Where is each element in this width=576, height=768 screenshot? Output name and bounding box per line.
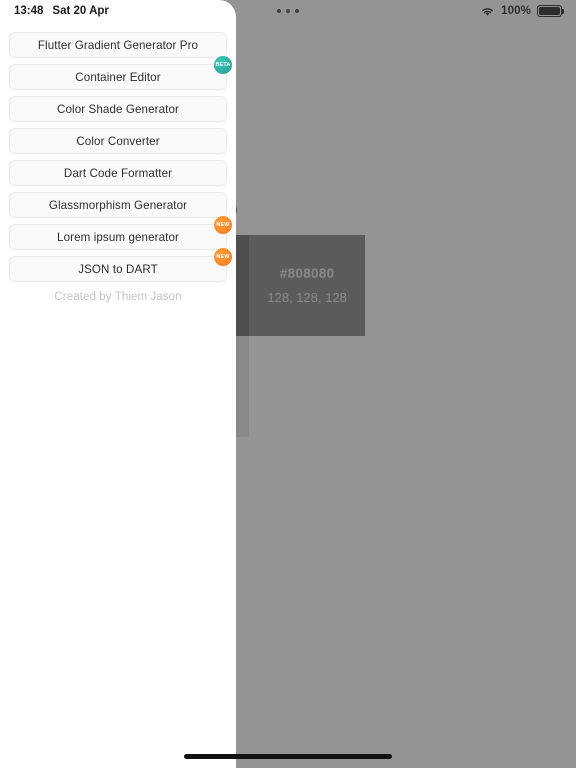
navigation-drawer: 13:48 Sat 20 Apr Flutter Gradient Genera… <box>0 0 236 768</box>
drawer-item-label: Container Editor <box>75 70 161 84</box>
screen: 13:48 Sat 20 Apr 100% Color Shades <box>0 0 576 768</box>
drawer-item-5[interactable]: Glassmorphism Generator <box>9 192 227 218</box>
drawer-item-label: Color Shade Generator <box>57 102 179 116</box>
drawer-item-badge: NEW <box>214 216 232 234</box>
drawer-item-label: JSON to DART <box>78 262 158 276</box>
drawer-item-label: Dart Code Formatter <box>63 166 173 180</box>
drawer-item-2[interactable]: Color Shade Generator <box>9 96 227 122</box>
drawer-item-badge: BETA <box>214 56 232 74</box>
drawer-status-bar: 13:48 Sat 20 Apr <box>0 0 236 22</box>
drawer-item-label: Color Converter <box>76 134 160 148</box>
drawer-item-0[interactable]: Flutter Gradient Generator Pro <box>9 32 227 58</box>
home-indicator[interactable] <box>184 754 392 759</box>
drawer-item-7[interactable]: JSON to DART NEW <box>9 248 232 282</box>
drawer-time: 13:48 <box>14 5 44 17</box>
drawer-date: Sat 20 Apr <box>52 5 109 17</box>
drawer-item-4[interactable]: Dart Code Formatter <box>9 160 227 186</box>
drawer-item-6[interactable]: Lorem ipsum generator NEW <box>9 216 232 250</box>
drawer-item-label: Flutter Gradient Generator Pro <box>37 38 199 52</box>
drawer-item-1[interactable]: Container Editor BETA <box>9 56 232 90</box>
drawer-item-3[interactable]: Color Converter <box>9 128 227 154</box>
drawer-item-label: Lorem ipsum generator <box>57 230 179 244</box>
drawer-credit: Created by Thiem Jason <box>54 291 182 303</box>
drawer-item-badge: NEW <box>214 248 232 266</box>
drawer-item-label: Glassmorphism Generator <box>48 198 188 212</box>
drawer-menu: Flutter Gradient Generator Pro Container … <box>0 22 236 282</box>
